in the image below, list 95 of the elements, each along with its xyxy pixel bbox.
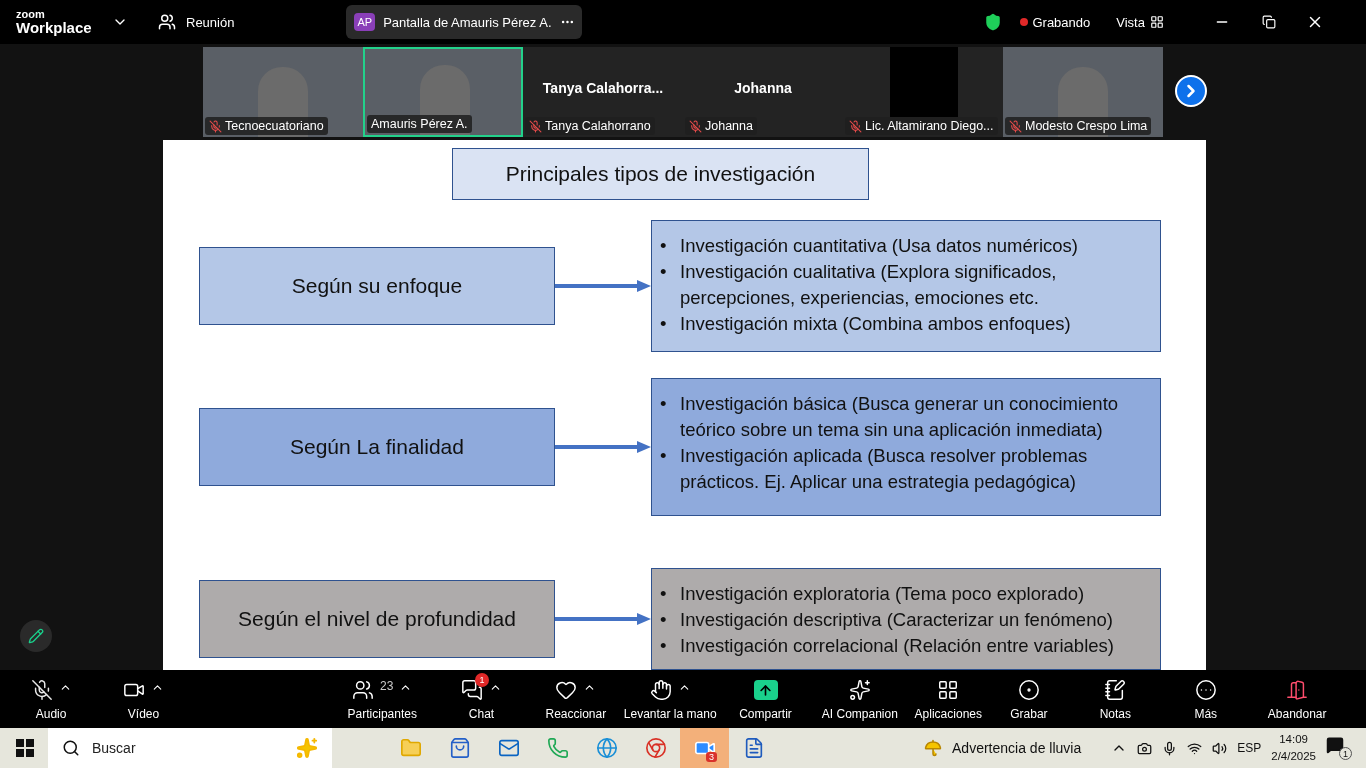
participant-title: Tanya Calahorra... bbox=[542, 80, 664, 96]
share-icon bbox=[753, 680, 778, 700]
people-icon bbox=[352, 679, 375, 701]
bullet-marker: • bbox=[659, 608, 668, 632]
browser-icon bbox=[595, 737, 618, 759]
participant-tile[interactable]: Amauris Pérez A. bbox=[363, 47, 523, 137]
record-icon bbox=[1017, 679, 1040, 701]
participant-tile[interactable]: Modesto Crespo Lima bbox=[1003, 47, 1163, 137]
bullet-item: Investigación cuantitativa (Usa datos numéricos) bbox=[680, 234, 1078, 258]
bullet-marker: • bbox=[659, 582, 668, 606]
taskbar-app[interactable]: 3 bbox=[680, 728, 729, 768]
search-input[interactable]: Buscar bbox=[90, 739, 250, 757]
participant-name: Modesto Crespo Lima bbox=[1005, 117, 1152, 135]
notification-badge: 1 bbox=[475, 673, 489, 687]
bullet-marker: • bbox=[659, 392, 668, 416]
bullet-marker: • bbox=[659, 444, 668, 468]
participant-name: Johanna bbox=[685, 117, 757, 135]
bullet-marker: • bbox=[659, 312, 668, 336]
clock[interactable]: 14:09 2/4/2025 bbox=[1271, 731, 1316, 765]
next-page-button[interactable] bbox=[1175, 75, 1207, 107]
toolbar-button[interactable]: Compartir bbox=[719, 677, 812, 721]
category-box: Según el nivel de profundidad bbox=[199, 580, 555, 658]
category-box: Según La finalidad bbox=[199, 408, 555, 486]
more-icon bbox=[1194, 679, 1217, 701]
bullet-item: Investigación cualitativa (Explora significados, percepciones, experiencias, emociones etc. bbox=[680, 260, 1058, 310]
volume-icon[interactable] bbox=[1212, 740, 1228, 756]
pencil-icon bbox=[28, 628, 44, 644]
toolbar-button[interactable]: Audio bbox=[0, 677, 103, 721]
toolbar-button[interactable]: 23 Participantes bbox=[332, 677, 433, 721]
language-indicator[interactable]: ESP bbox=[1237, 741, 1262, 755]
recording-dot bbox=[1020, 18, 1029, 26]
slide-title: Principales tipos de investigación bbox=[452, 148, 869, 200]
recording-label: Grabando bbox=[1032, 14, 1091, 30]
toolbar-button[interactable]: Vídeo bbox=[102, 677, 185, 721]
participant-title: Johanna bbox=[734, 80, 792, 96]
share-indicator[interactable]: AP Pantalla de Amauris Pérez A. bbox=[346, 5, 583, 39]
notebook-icon bbox=[1104, 679, 1127, 701]
chat-icon bbox=[461, 679, 483, 701]
bullet-item: Investigación mixta (Combina ambos enfoques) bbox=[680, 312, 1071, 336]
search-icon bbox=[62, 739, 80, 757]
sparkle-icon bbox=[848, 679, 871, 701]
mail-icon bbox=[497, 737, 520, 759]
category-box: Según su enfoque bbox=[199, 247, 555, 325]
weather-label[interactable]: Advertencia de lluvia bbox=[952, 740, 1082, 756]
restore-icon[interactable] bbox=[1261, 15, 1276, 29]
share-label: Pantalla de Amauris Pérez A. bbox=[383, 14, 552, 30]
participant-name: Tanya Calahorrano bbox=[525, 117, 655, 135]
meeting-label[interactable]: Reunión bbox=[186, 14, 235, 30]
people-icon bbox=[158, 13, 176, 31]
folder-icon bbox=[399, 737, 422, 759]
umbrella-icon[interactable] bbox=[924, 739, 943, 757]
participant-tile[interactable]: Tecnoecuatoriano bbox=[203, 47, 363, 137]
search-field[interactable]: Buscar bbox=[48, 728, 332, 768]
participant-name: Lic. Altamirano Diego... bbox=[845, 117, 998, 135]
shield-icon[interactable] bbox=[984, 13, 1003, 31]
brand-name: Workplace bbox=[16, 20, 93, 35]
notification-badge: 3 bbox=[706, 752, 717, 762]
mic-icon[interactable] bbox=[1162, 740, 1178, 756]
bullet-item: Investigación aplicada (Busca resolver problemas prácticos. Ej. Aplicar una estrategia pedagógica) bbox=[680, 444, 1089, 494]
phone-icon bbox=[546, 737, 569, 759]
toolbar-button[interactable]: Reaccionar bbox=[530, 677, 622, 721]
avatar-initials: AP bbox=[354, 13, 376, 31]
apps-icon bbox=[937, 679, 960, 701]
brand-name: zoom bbox=[16, 9, 46, 20]
participant-tile[interactable]: Lic. Altamirano Diego... bbox=[843, 47, 1003, 137]
toolbar-button[interactable]: Más bbox=[1161, 677, 1250, 721]
bullet-item: Investigación descriptiva (Caracterizar un fenómeno) bbox=[680, 608, 1113, 632]
participant-name: Amauris Pérez A. bbox=[367, 115, 472, 133]
toolbar-button[interactable]: Abandonar bbox=[1250, 677, 1345, 721]
bullet-marker: • bbox=[659, 260, 668, 284]
bullet-item: Investigación básica (Busca generar un conocimiento teórico sobre un tema sin una aplicación inmediata) bbox=[680, 392, 1120, 442]
browser-icon bbox=[644, 737, 667, 759]
bullet-item: Investigación correlacional (Relación entre variables) bbox=[680, 634, 1114, 658]
heart-icon bbox=[555, 679, 578, 701]
door-icon bbox=[1286, 679, 1309, 701]
bullet-marker: • bbox=[659, 634, 668, 658]
bullet-item: Investigación exploratoria (Tema poco explorado) bbox=[680, 582, 1085, 606]
grid-icon[interactable] bbox=[1149, 15, 1164, 29]
participant-name: Tecnoecuatoriano bbox=[205, 117, 328, 135]
toolbar-button[interactable]: Levantar la mano bbox=[621, 677, 720, 721]
toolbar-button[interactable]: Aplicaciones bbox=[908, 677, 989, 721]
toolbar-button[interactable]: AI Companion bbox=[811, 677, 908, 721]
wifi-icon[interactable] bbox=[1187, 740, 1203, 756]
view-button[interactable]: Vista bbox=[1116, 14, 1145, 30]
bullet-marker: • bbox=[659, 234, 668, 258]
toolbar-button[interactable]: Grabar bbox=[988, 677, 1070, 721]
windows-start-icon[interactable] bbox=[16, 739, 34, 757]
hand-icon bbox=[649, 679, 672, 701]
camera-icon[interactable] bbox=[1137, 740, 1153, 756]
participant-tile[interactable]: Tanya Calahorra... Tanya Calahorrano bbox=[523, 47, 683, 137]
participant-tile[interactable]: Johanna Johanna bbox=[683, 47, 843, 137]
store-icon bbox=[448, 737, 471, 759]
toolbar-button[interactable]: Notas bbox=[1069, 677, 1162, 721]
sparkle-icon bbox=[296, 737, 318, 759]
video-placeholder bbox=[890, 47, 958, 117]
